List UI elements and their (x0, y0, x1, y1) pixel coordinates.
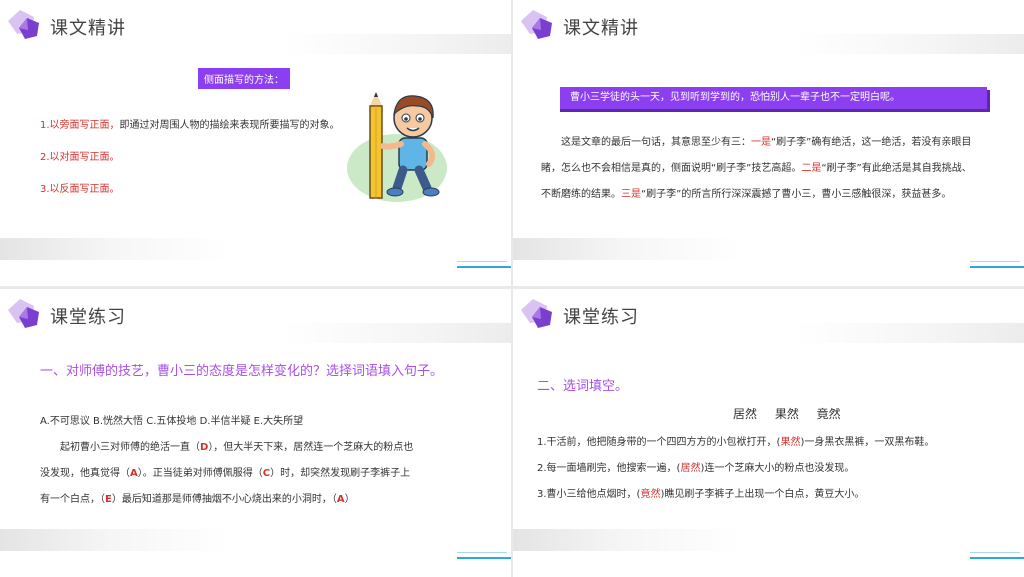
footer-line (457, 552, 507, 553)
footer-band (513, 238, 1024, 260)
sentence-line: 没发现，他真觉得（A）。正当徒弟对师傅佩服得（C）时，却突然发现刷子李裤子上 (40, 468, 411, 479)
analysis-paragraph: 这是文章的最后一句话，其意思至少有三：一是“刷子李”确有绝活，这一绝活，若没有亲… (541, 137, 972, 200)
method-item: 2.以对面写正面。 (40, 152, 120, 163)
exercise-heading: 一、对师傅的技艺，曹小三的态度是怎样变化的？选择词语填入句子。 (40, 364, 444, 379)
fill-question: 3.曹小三给他点烟时，(竟然)瞧见刷子李裤子上出现一个白点，黄豆大小。 (537, 489, 865, 500)
option-list: A.不可思议 B.恍然大悟 C.五体投地 D.半信半疑 E.大失所望 (40, 416, 304, 427)
method-label: 侧面描写的方法： (198, 68, 290, 89)
exercise-heading: 二、选词填空。 (537, 379, 629, 394)
header-band (513, 34, 1024, 54)
word-choices: 居然 果然 竟然 (733, 407, 841, 421)
header-band (513, 323, 1024, 343)
header-band (0, 323, 511, 343)
footer-line (457, 266, 511, 268)
slide-3: 课堂练习 一、对师傅的技艺，曹小三的态度是怎样变化的？选择词语填入句子。 A.不… (0, 289, 511, 577)
header-band (0, 34, 511, 54)
footer-line (970, 261, 1020, 262)
footer-line (457, 557, 511, 559)
footer-band (0, 238, 511, 260)
boy-with-pencil-illustration (347, 92, 447, 202)
footer-line (970, 266, 1024, 268)
fill-question: 2.每一面墙刷完，他搜索一遍，(居然)连一个芝麻大小的粉点也没发现。 (537, 463, 855, 474)
method-item: 1.以旁面写正面，即通过对周围人物的描绘来表现所要描写的对象。 (40, 120, 340, 131)
footer-band (513, 529, 1024, 551)
slide-1: 课文精讲 侧面描写的方法： 1.以旁面写正面，即通过对周围人物的描绘来表现所要描… (0, 0, 511, 286)
slide-2: 课文精讲 曹小三学徒的头一天，见到听到学到的，恐怕别人一辈子也不一定明白呢。 这… (513, 0, 1024, 286)
footer-line (970, 557, 1024, 559)
footer-line (970, 552, 1020, 553)
footer-line (457, 261, 507, 262)
fill-question: 1.干活前，他把随身带的一个四四方方的小包袱打开，(果然)一身黑衣黑裤，一双黑布… (537, 437, 935, 448)
sentence-line: 有一个白点，（E）最后知道那是师傅抽烟不小心烧出来的小洞时，（A） (40, 494, 355, 505)
slide-4: 课堂练习 二、选词填空。 居然 果然 竟然 1.干活前，他把随身带的一个四四方方… (513, 289, 1024, 577)
quote-banner: 曹小三学徒的头一天，见到听到学到的，恐怕别人一辈子也不一定明白呢。 (557, 87, 987, 109)
method-item: 3.以反面写正面。 (40, 184, 120, 195)
sentence-line: 起初曹小三对师傅的绝活一直（D），但大半天下来，居然连一个芝麻大的粉点也 (60, 442, 414, 453)
footer-band (0, 529, 511, 551)
